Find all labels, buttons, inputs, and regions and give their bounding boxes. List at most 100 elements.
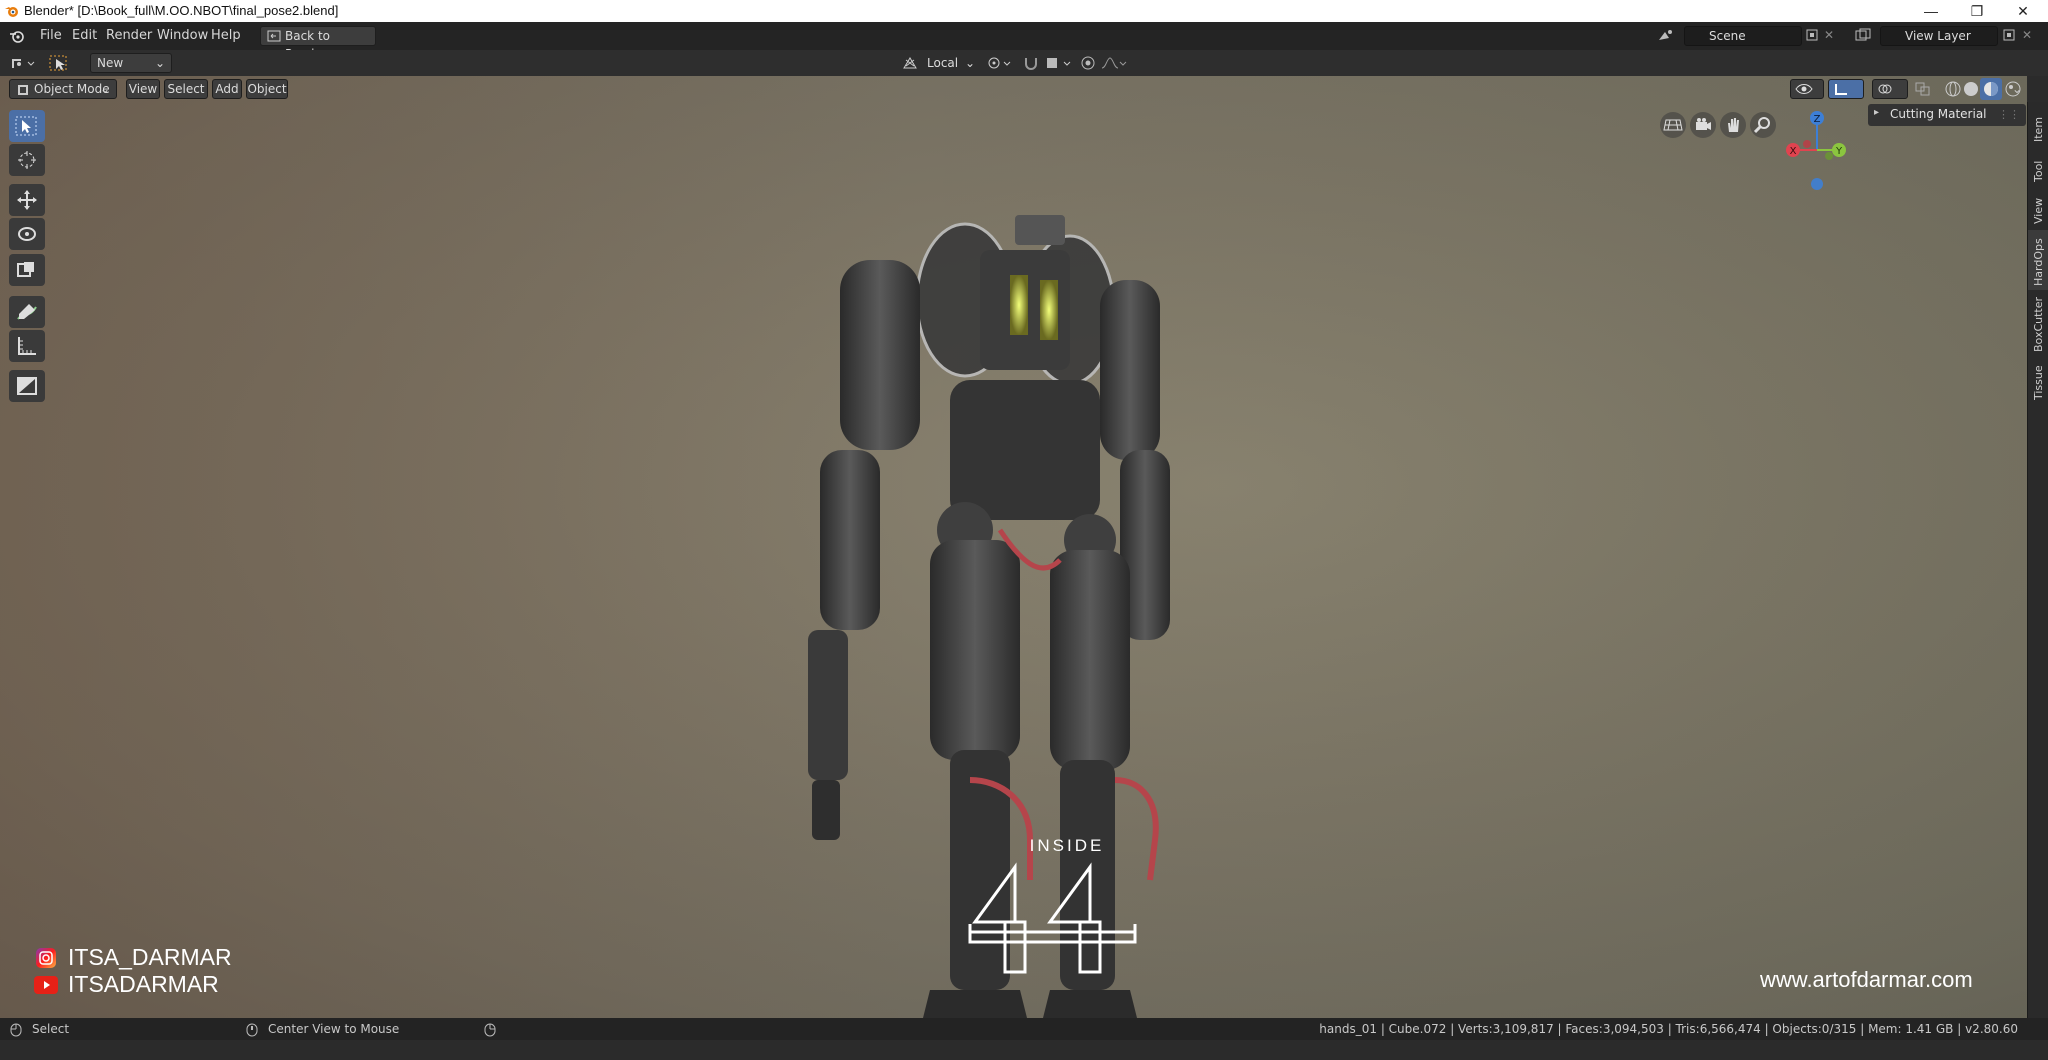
camera-view-button[interactable]	[1690, 112, 1716, 138]
overlays-toggle[interactable]	[1872, 79, 1908, 99]
minimize-button[interactable]: —	[1908, 0, 1954, 22]
material-shading-button[interactable]	[1980, 78, 2002, 100]
transform-orientation-icon[interactable]	[900, 54, 920, 72]
mode-dropdown[interactable]: Object Mode ⌄	[9, 79, 117, 99]
remove-scene-icon[interactable]: ✕	[1824, 28, 1838, 42]
back-icon	[267, 29, 281, 48]
window-title: Blender* [D:\Book_full\M.OO.NBOT\final_p…	[24, 3, 339, 18]
window-titlebar: Blender* [D:\Book_full\M.OO.NBOT\final_p…	[0, 0, 2048, 22]
material-shading-icon	[1984, 82, 1998, 96]
select-box-tool[interactable]	[9, 110, 45, 142]
cutting-material-panel[interactable]: ▸ Cutting Material ⋮⋮	[1868, 104, 2026, 126]
boxcutter-icon	[17, 377, 37, 395]
menu-object[interactable]: Object	[246, 79, 288, 99]
scale-tool[interactable]	[9, 254, 45, 286]
drag-handle-icon[interactable]: ⋮⋮	[1998, 108, 2020, 121]
negative-z-axis-handle	[1811, 178, 1823, 190]
website-url: www.artofdarmar.com	[1760, 967, 1973, 992]
back-to-previous-button[interactable]: Back to Previous	[260, 26, 376, 61]
toggle-perspective-button[interactable]	[1660, 112, 1686, 138]
xray-toggle-icon[interactable]	[1914, 81, 1932, 97]
blender-logo-icon	[4, 3, 20, 19]
rotate-tool[interactable]	[9, 218, 45, 250]
menu-render[interactable]: Render	[100, 27, 158, 45]
tab-item[interactable]: Item	[2028, 106, 2048, 146]
tab-view[interactable]: View	[2028, 188, 2048, 228]
chevron-down-icon: ⌄	[154, 56, 165, 70]
scene-icon[interactable]	[1656, 27, 1676, 45]
shading-options-chevron-icon[interactable]: ⌄	[2012, 80, 2026, 98]
close-button[interactable]: ✕	[2000, 0, 2046, 22]
view-layer-field[interactable]: View Layer	[1880, 26, 1998, 46]
youtube-icon	[34, 976, 58, 994]
select-tool-icon[interactable]	[48, 53, 70, 73]
pan-view-button[interactable]	[1720, 112, 1746, 138]
tab-tool[interactable]: Tool	[2028, 148, 2048, 186]
magnifier-icon	[1753, 117, 1770, 134]
editor-type-icon[interactable]	[10, 54, 38, 72]
move-arrows-icon	[17, 190, 37, 210]
axis-gizmo[interactable]: Z X Y	[1780, 108, 1850, 198]
status-bar: Select Center View to Mouse hands_01 | C…	[0, 1018, 2048, 1040]
wireframe-shading-icon[interactable]	[1944, 80, 1962, 98]
x-axis-label: X	[1790, 146, 1797, 157]
top-menu-bar: File Edit Render Window Help Back to Pre…	[0, 22, 2048, 61]
tab-boxcutter[interactable]: BoxCutter	[2028, 292, 2048, 356]
gizmo-icon	[1833, 82, 1849, 101]
chevron-down-icon: ⌄	[964, 56, 975, 70]
cursor-arrow-icon	[15, 116, 37, 136]
inside-label: INSIDE	[1029, 836, 1105, 855]
cursor-tool[interactable]	[9, 144, 45, 176]
hand-icon	[1728, 118, 1739, 132]
menu-help[interactable]: Help	[205, 27, 247, 45]
3d-cursor-icon	[18, 151, 36, 169]
z-axis-label: Z	[1814, 114, 1821, 125]
menu-edit[interactable]: Edit	[66, 27, 103, 45]
menu-select[interactable]: Select	[164, 79, 208, 99]
scene-field[interactable]: Scene	[1684, 26, 1802, 46]
ruler-icon	[18, 337, 36, 355]
remove-view-layer-icon[interactable]: ✕	[2022, 28, 2036, 42]
zoom-view-button[interactable]	[1750, 112, 1776, 138]
snap-target-icon[interactable]	[1044, 54, 1074, 72]
hardops-tool[interactable]	[9, 370, 45, 402]
instagram-icon	[36, 948, 56, 968]
status-left-action: Select	[32, 1022, 70, 1036]
menu-file[interactable]: File	[34, 27, 68, 45]
mouse-middle-icon	[246, 1022, 258, 1037]
solid-shading-icon[interactable]	[1962, 80, 1980, 98]
status-middle-action: Center View to Mouse	[268, 1022, 400, 1036]
grid-icon	[1663, 119, 1683, 131]
menu-view[interactable]: View	[126, 79, 160, 99]
blender-menu-icon[interactable]	[8, 27, 26, 45]
panel-label: Cutting Material	[1890, 107, 1987, 121]
restore-button[interactable]: ❐	[1954, 0, 2000, 22]
camera-icon	[1696, 118, 1711, 130]
snap-toggle-icon[interactable]	[1020, 54, 1042, 72]
menu-add[interactable]: Add	[212, 79, 242, 99]
view-layer-icon[interactable]	[1854, 27, 1874, 45]
proportional-edit-icon[interactable]	[1078, 54, 1098, 72]
pivot-point-icon[interactable]	[986, 54, 1014, 72]
new-scene-icon[interactable]	[1805, 28, 1819, 42]
move-tool[interactable]	[9, 184, 45, 216]
scene-statistics: hands_01 | Cube.072 | Verts:3,109,817 | …	[1319, 1022, 2018, 1036]
new-view-layer-icon[interactable]	[2002, 28, 2016, 42]
brush-preset-dropdown[interactable]: New ⌄	[90, 53, 172, 73]
instagram-handle: ITSA_DARMAR	[68, 944, 232, 970]
visibility-dropdown[interactable]	[1790, 79, 1824, 99]
gizmo-toggle[interactable]	[1828, 79, 1864, 99]
object-mode-icon	[16, 83, 30, 102]
3d-viewport[interactable]: INSIDE 44	[0, 50, 2027, 1030]
youtube-handle: ITSADARMAR	[68, 971, 219, 997]
panel-expand-icon: ▸	[1874, 107, 1880, 118]
tab-tissue[interactable]: Tissue	[2028, 358, 2048, 404]
annotate-tool[interactable]	[9, 296, 45, 328]
orientation-dropdown[interactable]: Local ⌄	[922, 53, 978, 73]
tab-hardops[interactable]: HardOps	[2028, 230, 2048, 290]
viewport-header: Object Mode ⌄ View Select Add Object ⌄	[0, 76, 2027, 102]
mouse-right-icon	[484, 1022, 496, 1037]
logo-number-text: 44	[1051, 961, 1053, 963]
falloff-icon[interactable]	[1100, 54, 1128, 72]
measure-tool[interactable]	[9, 330, 45, 362]
